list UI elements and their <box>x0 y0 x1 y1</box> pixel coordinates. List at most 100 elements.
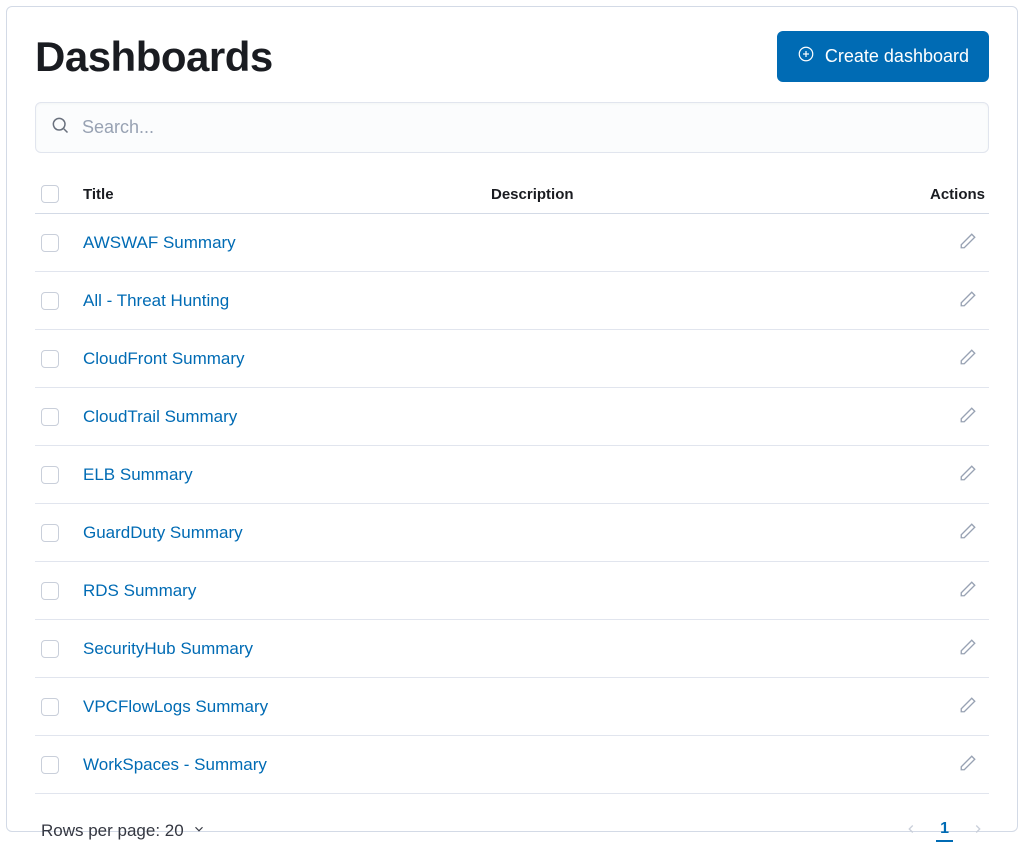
edit-button[interactable] <box>955 286 981 315</box>
dashboard-link[interactable]: SecurityHub Summary <box>83 639 253 658</box>
edit-button[interactable] <box>955 460 981 489</box>
row-checkbox[interactable] <box>41 582 59 600</box>
table-row: AWSWAF Summary <box>35 214 989 272</box>
edit-button[interactable] <box>955 518 981 547</box>
row-checkbox[interactable] <box>41 350 59 368</box>
edit-button[interactable] <box>955 750 981 779</box>
table-row: WorkSpaces - Summary <box>35 736 989 794</box>
dashboard-link[interactable]: ELB Summary <box>83 465 193 484</box>
table-row: ELB Summary <box>35 446 989 504</box>
row-actions-cell <box>899 228 989 257</box>
table-row: GuardDuty Summary <box>35 504 989 562</box>
row-checkbox[interactable] <box>41 234 59 252</box>
row-checkbox-cell <box>35 582 83 600</box>
row-actions-cell <box>899 692 989 721</box>
row-checkbox[interactable] <box>41 640 59 658</box>
row-actions-cell <box>899 286 989 315</box>
edit-button[interactable] <box>955 634 981 663</box>
table-row: RDS Summary <box>35 562 989 620</box>
pagination-page-1[interactable]: 1 <box>936 820 953 842</box>
pencil-icon <box>959 754 977 775</box>
select-all-checkbox[interactable] <box>41 185 59 203</box>
row-title-cell: CloudFront Summary <box>83 349 491 369</box>
row-actions-cell <box>899 750 989 779</box>
table-row: VPCFlowLogs Summary <box>35 678 989 736</box>
table-row: CloudFront Summary <box>35 330 989 388</box>
edit-button[interactable] <box>955 402 981 431</box>
row-checkbox[interactable] <box>41 408 59 426</box>
row-title-cell: All - Threat Hunting <box>83 291 491 311</box>
create-dashboard-label: Create dashboard <box>825 46 969 67</box>
row-title-cell: SecurityHub Summary <box>83 639 491 659</box>
search-icon <box>50 115 70 140</box>
chevron-left-icon <box>904 822 918 839</box>
edit-button[interactable] <box>955 344 981 373</box>
row-title-cell: VPCFlowLogs Summary <box>83 697 491 717</box>
edit-button[interactable] <box>955 576 981 605</box>
row-title-cell: ELB Summary <box>83 465 491 485</box>
select-all-cell <box>35 185 83 203</box>
row-title-cell: GuardDuty Summary <box>83 523 491 543</box>
column-header-description[interactable]: Description <box>491 186 899 203</box>
header-row: Dashboards Create dashboard <box>35 31 989 82</box>
row-title-cell: AWSWAF Summary <box>83 233 491 253</box>
row-checkbox-cell <box>35 698 83 716</box>
search-input[interactable] <box>82 117 974 138</box>
dashboards-panel: Dashboards Create dashboard <box>6 6 1018 832</box>
table-row: SecurityHub Summary <box>35 620 989 678</box>
row-checkbox-cell <box>35 408 83 426</box>
page-title: Dashboards <box>35 33 273 81</box>
row-checkbox-cell <box>35 292 83 310</box>
pagination: 1 <box>900 818 989 843</box>
row-checkbox[interactable] <box>41 524 59 542</box>
dashboard-link[interactable]: All - Threat Hunting <box>83 291 229 310</box>
table-header-row: Title Description Actions <box>35 179 989 214</box>
pencil-icon <box>959 638 977 659</box>
dashboard-link[interactable]: RDS Summary <box>83 581 196 600</box>
row-checkbox[interactable] <box>41 698 59 716</box>
row-checkbox-cell <box>35 524 83 542</box>
edit-button[interactable] <box>955 228 981 257</box>
row-actions-cell <box>899 634 989 663</box>
pencil-icon <box>959 580 977 601</box>
row-actions-cell <box>899 518 989 547</box>
column-header-title[interactable]: Title <box>83 186 491 203</box>
row-checkbox-cell <box>35 756 83 774</box>
pencil-icon <box>959 696 977 717</box>
row-checkbox-cell <box>35 466 83 484</box>
row-checkbox[interactable] <box>41 756 59 774</box>
pagination-prev-button[interactable] <box>900 818 922 843</box>
pencil-icon <box>959 232 977 253</box>
row-checkbox-cell <box>35 234 83 252</box>
row-actions-cell <box>899 460 989 489</box>
chevron-right-icon <box>971 822 985 839</box>
create-dashboard-button[interactable]: Create dashboard <box>777 31 989 82</box>
pencil-icon <box>959 464 977 485</box>
pencil-icon <box>959 522 977 543</box>
dashboard-link[interactable]: VPCFlowLogs Summary <box>83 697 268 716</box>
row-actions-cell <box>899 402 989 431</box>
dashboard-link[interactable]: WorkSpaces - Summary <box>83 755 267 774</box>
row-checkbox-cell <box>35 640 83 658</box>
row-title-cell: RDS Summary <box>83 581 491 601</box>
dashboard-link[interactable]: CloudFront Summary <box>83 349 245 368</box>
pagination-next-button[interactable] <box>967 818 989 843</box>
pencil-icon <box>959 348 977 369</box>
row-checkbox[interactable] <box>41 292 59 310</box>
row-checkbox[interactable] <box>41 466 59 484</box>
row-actions-cell <box>899 344 989 373</box>
table-body: AWSWAF Summary All - Threat Hunting CloudF… <box>35 214 989 794</box>
row-checkbox-cell <box>35 350 83 368</box>
column-header-actions: Actions <box>899 186 989 203</box>
dashboard-link[interactable]: GuardDuty Summary <box>83 523 243 542</box>
plus-circle-icon <box>797 45 815 68</box>
pencil-icon <box>959 406 977 427</box>
dashboards-table: Title Description Actions AWSWAF Summary… <box>35 179 989 794</box>
pencil-icon <box>959 290 977 311</box>
edit-button[interactable] <box>955 692 981 721</box>
table-footer: Rows per page: 20 1 <box>35 818 989 843</box>
table-row: All - Threat Hunting <box>35 272 989 330</box>
dashboard-link[interactable]: CloudTrail Summary <box>83 407 237 426</box>
dashboard-link[interactable]: AWSWAF Summary <box>83 233 236 252</box>
search-bar[interactable] <box>35 102 989 153</box>
